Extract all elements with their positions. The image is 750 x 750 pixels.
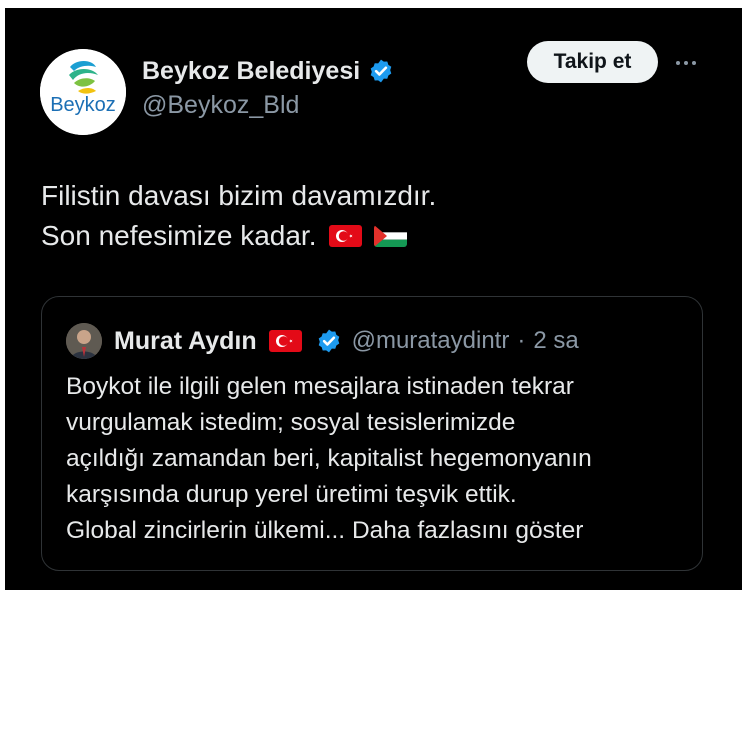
tweet-text-line: Son nefesimize kadar. — [41, 216, 436, 256]
more-dot — [676, 61, 680, 65]
author-handle[interactable]: @Beykoz_Bld — [142, 91, 299, 120]
quoted-text-line: açıldığı zamandan beri, kapitalist hegem… — [66, 445, 592, 472]
quoted-text-line-last: Global zincirlerin ülkemi... Daha fazlas… — [66, 513, 696, 549]
quoted-author-name[interactable]: Murat Aydın — [114, 327, 257, 356]
verified-badge-icon — [370, 59, 392, 83]
quoted-text-line-5: Global zincirlerin ülkemi... — [66, 517, 346, 544]
more-dot — [692, 61, 696, 65]
follow-button[interactable]: Takip et — [527, 41, 658, 83]
quoted-tweet-separator: · — [517, 327, 526, 354]
author-name-row: Beykoz Belediyesi — [142, 54, 394, 88]
turkey-flag-icon — [328, 225, 362, 247]
turkey-flag-icon — [268, 330, 302, 352]
show-more-link[interactable]: Daha fazlasını göster — [352, 517, 584, 544]
quoted-author-avatar[interactable] — [66, 323, 102, 359]
more-options-icon[interactable] — [671, 48, 701, 78]
quoted-text-line: Boykot ile ilgili gelen mesajlara istina… — [66, 373, 574, 400]
tweet-text: Filistin davası bizim davamızdır. Son ne… — [41, 176, 436, 256]
quoted-tweet-time[interactable]: 2 sa — [533, 327, 578, 355]
quoted-text-line: karşısında durup yerel üretimi teşvik et… — [66, 481, 517, 508]
quoted-tweet-header: Murat Aydın @murataydintr · 2 sa — [66, 323, 579, 359]
verified-badge-icon — [318, 329, 339, 353]
quoted-tweet[interactable]: Murat Aydın @murataydintr · 2 sa Boykot … — [41, 296, 703, 571]
quoted-author-handle[interactable]: @murataydintr — [352, 327, 510, 355]
quoted-text-line: vurgulamak istedim; sosyal tesislerimizd… — [66, 409, 516, 436]
more-dot — [684, 61, 688, 65]
profile-avatar[interactable]: Beykoz — [40, 49, 126, 135]
tweet-text-line-2: Son nefesimize kadar. — [41, 220, 317, 251]
quoted-tweet-text: Boykot ile ilgili gelen mesajlara istina… — [66, 369, 696, 549]
beykoz-logo-icon: Beykoz — [40, 49, 126, 135]
avatar-logo-text: Beykoz — [50, 94, 116, 116]
tweet-card: Beykoz Beykoz Belediyesi @Beykoz_Bld Tak… — [5, 8, 742, 590]
palestine-flag-icon — [373, 225, 407, 247]
author-display-name[interactable]: Beykoz Belediyesi — [142, 57, 360, 86]
tweet-text-line: Filistin davası bizim davamızdır. — [41, 176, 436, 216]
tweet-text-line-1: Filistin davası bizim davamızdır. — [41, 180, 437, 211]
